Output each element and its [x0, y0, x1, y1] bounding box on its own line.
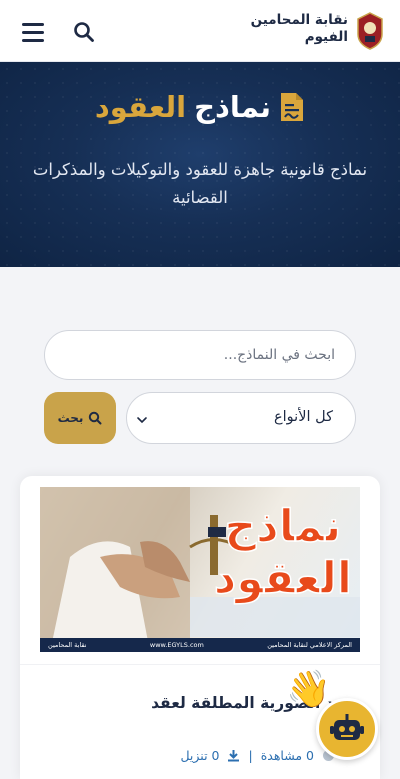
- image-title-line-1: نماذج: [224, 500, 342, 553]
- brand-name[interactable]: نقابة المحامين الفيوم: [251, 12, 348, 46]
- header-search-button[interactable]: [70, 18, 98, 46]
- brand-line-1: نقابة المحامين: [250, 12, 348, 28]
- menu-line-icon: [22, 31, 44, 34]
- page-title: نماذج العقود: [0, 90, 400, 124]
- menu-line-icon: [22, 23, 44, 26]
- search-icon: [74, 22, 94, 42]
- meta-separator: |: [248, 748, 253, 763]
- search-submit-button[interactable]: بحث: [44, 392, 116, 444]
- chevron-down-icon: [137, 417, 147, 424]
- views-count: 0 مشاهدة: [260, 748, 314, 763]
- search-input[interactable]: [44, 330, 356, 380]
- bar-association-logo[interactable]: [356, 12, 384, 50]
- template-card-image[interactable]: نماذج العقود نقابة المحامين www.EGYLS.co…: [40, 487, 360, 652]
- image-footer-center: www.EGYLS.com: [149, 641, 204, 649]
- robot-icon: [330, 714, 364, 740]
- menu-line-icon: [22, 39, 44, 42]
- hero-banner: نماذج العقود نماذج قانونية جاهزة للعقود …: [0, 62, 400, 267]
- search-submit-label: بحث: [57, 411, 84, 425]
- title-gold-part: العقود: [94, 90, 187, 124]
- hamburger-menu-button[interactable]: [20, 20, 48, 44]
- document-icon: [281, 93, 304, 121]
- type-filter-select[interactable]: كل الأنواع: [126, 392, 356, 444]
- image-footer: نقابة المحامين www.EGYLS.com المركز الاع…: [40, 638, 360, 652]
- top-header: نقابة المحامين الفيوم: [0, 0, 400, 62]
- image-title: نماذج العقود: [213, 500, 353, 605]
- waving-hand-icon: 👋: [286, 669, 331, 710]
- type-filter-value: كل الأنواع: [274, 409, 333, 425]
- template-card-meta: 0 مشاهدة | 0 تنزيل: [180, 748, 335, 763]
- download-icon: [228, 750, 240, 762]
- image-title-line-2: العقود: [213, 552, 353, 605]
- chatbot-button[interactable]: [316, 698, 378, 760]
- hero-subtitle: نماذج قانونية جاهزة للعقود والتوكيلات وا…: [32, 160, 368, 207]
- search-icon: [89, 411, 102, 425]
- image-footer-left: نقابة المحامين: [48, 641, 87, 649]
- brand-line-2: الفيوم: [304, 29, 348, 45]
- image-footer-right: المركز الاعلامي لنقابة المحامين: [267, 641, 352, 649]
- downloads-count: 0 تنزيل: [180, 748, 220, 763]
- title-white-part: نماذج: [194, 90, 272, 124]
- card-divider: [20, 664, 380, 665]
